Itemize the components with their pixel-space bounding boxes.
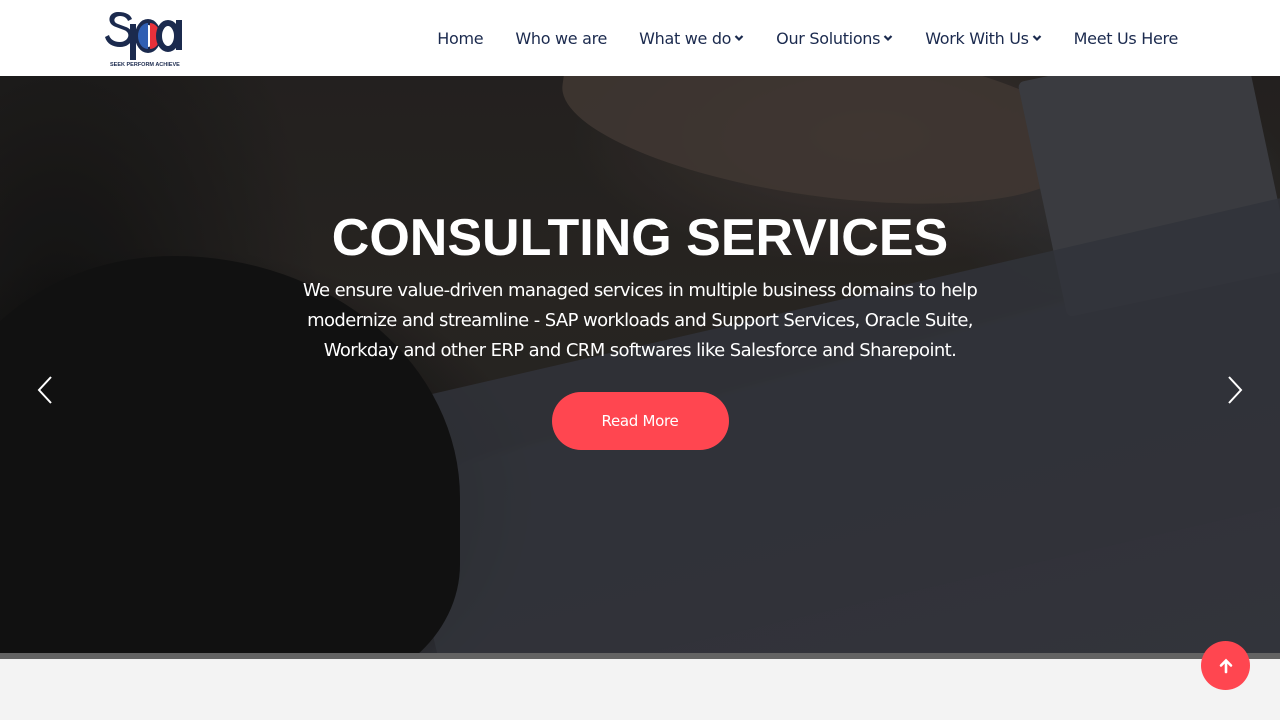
hero-carousel: CONSULTING SERVICES We ensure value-driv… [0, 76, 1280, 653]
hero-title: CONSULTING SERVICES [331, 209, 949, 267]
scroll-to-top-button[interactable] [1201, 641, 1250, 690]
chevron-right-icon [1228, 376, 1243, 404]
hero-description: We ensure value-driven managed services … [302, 280, 978, 361]
main-nav: Home Who we are What we do Our Solutions… [405, 0, 1178, 76]
nav-item-home[interactable]: Home [437, 29, 483, 48]
nav-item-our-solutions[interactable]: Our Solutions [776, 29, 893, 48]
nav-item-label: Our Solutions [776, 28, 881, 48]
nav-item-label: Who we are [515, 28, 608, 48]
chevron-left-icon [37, 376, 52, 404]
nav-item-label: Work With Us [925, 28, 1029, 48]
carousel-next-button[interactable] [1218, 372, 1248, 408]
chevron-down-icon [734, 35, 744, 42]
nav-item-label: Home [437, 28, 484, 48]
nav-item-label: What we do [639, 28, 732, 48]
nav-item-meet-us-here[interactable]: Meet Us Here [1073, 28, 1179, 48]
logo[interactable]: SEEK PERFORM ACHIEVE [104, 6, 186, 70]
hero-content: CONSULTING SERVICES We ensure value-driv… [0, 208, 1280, 450]
nav-item-label: Meet Us Here [1073, 28, 1179, 48]
nav-item-what-we-do[interactable]: What we do [639, 29, 744, 48]
logo-tagline: SEEK PERFORM ACHIEVE [110, 62, 180, 68]
carousel-prev-button[interactable] [32, 372, 62, 408]
site-header: SEEK PERFORM ACHIEVE Home Who we are Wha… [0, 0, 1280, 76]
logo-mark-icon: SEEK PERFORM ACHIEVE [105, 12, 182, 68]
read-more-button[interactable]: Read More [551, 392, 729, 450]
nav-item-work-with-us[interactable]: Work With Us [925, 29, 1041, 48]
chevron-down-icon [883, 35, 893, 42]
next-section [0, 659, 1280, 720]
nav-item-who-we-are[interactable]: Who we are [515, 29, 607, 48]
chevron-down-icon [1032, 35, 1041, 42]
arrow-up-icon [1219, 658, 1232, 673]
